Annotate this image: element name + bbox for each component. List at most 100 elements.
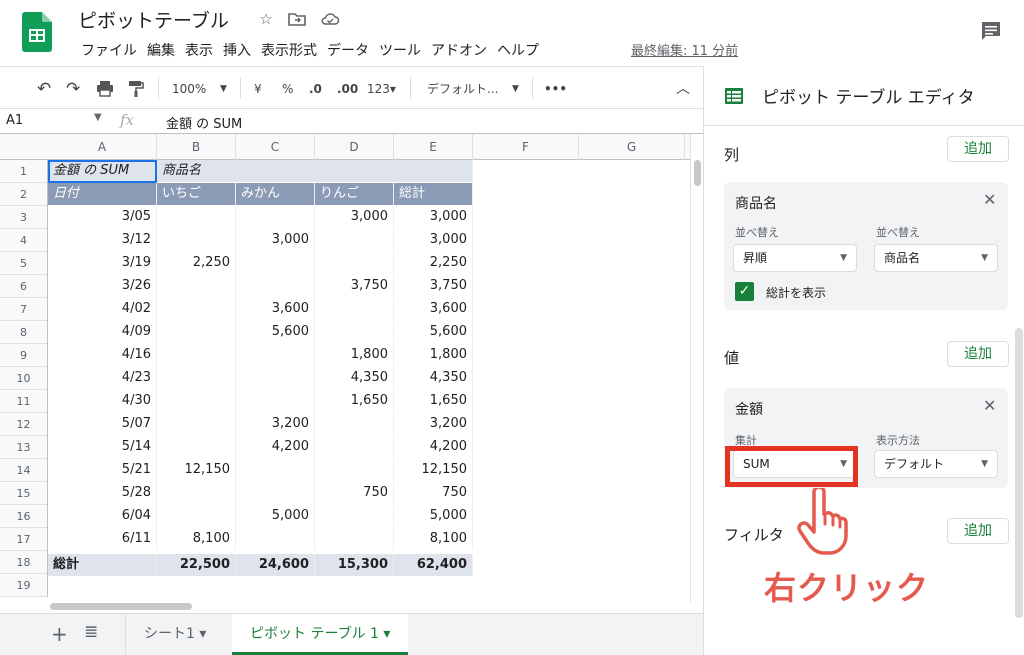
row-header[interactable]: 18	[0, 551, 47, 574]
row-header[interactable]: 14	[0, 459, 47, 482]
close-icon[interactable]: ✕	[983, 396, 996, 415]
name-box[interactable]: A1	[6, 113, 23, 128]
name-box-chevron-down-icon[interactable]: ▼	[94, 112, 102, 123]
row-header[interactable]: 16	[0, 505, 47, 528]
row-header[interactable]: 11	[0, 390, 47, 413]
table-cell[interactable]: 1,650	[394, 390, 473, 412]
sort-by-select[interactable]: 商品名 ▼	[874, 244, 998, 272]
table-cell[interactable]	[315, 528, 394, 550]
formula-input[interactable]: 金額 の SUM	[166, 113, 242, 132]
table-cell[interactable]	[157, 436, 236, 458]
column-header[interactable]: B	[157, 134, 236, 160]
paint-format-icon[interactable]	[128, 80, 144, 97]
table-cell[interactable]: 24,600	[236, 554, 315, 576]
table-cell[interactable]	[236, 344, 315, 366]
table-cell[interactable]	[157, 344, 236, 366]
row-header[interactable]: 15	[0, 482, 47, 505]
redo-icon[interactable]: ↷	[66, 79, 80, 99]
last-edit-link[interactable]: 最終編集: 11 分前	[631, 40, 738, 59]
table-cell[interactable]: 3,600	[394, 298, 473, 320]
table-cell[interactable]: 750	[315, 482, 394, 504]
table-cell[interactable]: 4,200	[236, 436, 315, 458]
show-as-select[interactable]: デフォルト ▼	[874, 450, 998, 478]
row-header[interactable]: 3	[0, 206, 47, 229]
table-cell[interactable]	[157, 275, 236, 297]
table-cell[interactable]: 2,250	[394, 252, 473, 274]
table-cell[interactable]	[236, 252, 315, 274]
scroll-thumb[interactable]	[50, 603, 192, 610]
table-cell[interactable]: 3,200	[394, 413, 473, 435]
column-header[interactable]: F	[473, 134, 579, 160]
table-cell[interactable]: 3/26	[48, 275, 157, 297]
table-cell[interactable]: 3,750	[315, 275, 394, 297]
table-cell[interactable]: 3,000	[315, 206, 394, 228]
table-cell[interactable]: 6/11	[48, 528, 157, 550]
table-cell[interactable]: 1,800	[394, 344, 473, 366]
menu-help[interactable]: ヘルプ	[492, 40, 544, 60]
row-header[interactable]: 4	[0, 229, 47, 252]
table-cell[interactable]	[157, 482, 236, 504]
table-cell[interactable]	[236, 367, 315, 389]
table-cell[interactable]	[236, 459, 315, 481]
more-formats-select[interactable]: 123▾	[367, 79, 396, 99]
table-cell[interactable]: 3,000	[236, 229, 315, 251]
panel-scrollbar[interactable]	[1015, 328, 1023, 618]
menu-edit[interactable]: 編集	[142, 40, 180, 60]
table-cell[interactable]: 4/30	[48, 390, 157, 412]
more-options-icon[interactable]: •••	[544, 79, 567, 99]
table-cell[interactable]	[157, 229, 236, 251]
sheets-logo-icon[interactable]	[22, 12, 52, 52]
table-cell[interactable]: みかん	[236, 183, 315, 205]
table-cell[interactable]: 金額 の SUM	[48, 160, 157, 182]
row-header[interactable]: 8	[0, 321, 47, 344]
table-cell[interactable]: 22,500	[157, 554, 236, 576]
table-cell[interactable]	[157, 321, 236, 343]
undo-icon[interactable]: ↶	[37, 79, 51, 99]
row-header[interactable]: 19	[0, 574, 47, 597]
table-cell[interactable]: 5/21	[48, 459, 157, 481]
table-cell[interactable]: 6/04	[48, 505, 157, 527]
table-cell[interactable]: 5,600	[236, 321, 315, 343]
table-cell[interactable]	[157, 505, 236, 527]
table-cell[interactable]	[236, 528, 315, 550]
table-cell[interactable]: 商品名	[157, 160, 473, 182]
table-cell[interactable]: 3,000	[394, 206, 473, 228]
menu-format[interactable]: 表示形式	[256, 40, 322, 60]
table-cell[interactable]	[157, 206, 236, 228]
column-header[interactable]: D	[315, 134, 394, 160]
table-cell[interactable]: 8,100	[157, 528, 236, 550]
table-cell[interactable]	[236, 275, 315, 297]
table-cell[interactable]	[315, 252, 394, 274]
decrease-decimal-button[interactable]: .0	[309, 79, 322, 99]
column-header[interactable]: A	[48, 134, 157, 160]
vertical-scrollbar[interactable]	[690, 134, 703, 602]
close-icon[interactable]: ✕	[983, 190, 996, 209]
table-cell[interactable]	[315, 298, 394, 320]
table-cell[interactable]	[315, 505, 394, 527]
menu-file[interactable]: ファイル	[76, 40, 142, 60]
scroll-thumb[interactable]	[694, 160, 701, 186]
table-cell[interactable]: 3,200	[236, 413, 315, 435]
menu-insert[interactable]: 挿入	[218, 40, 256, 60]
table-cell[interactable]: 総計	[394, 183, 473, 205]
add-column-button[interactable]: 追加	[947, 136, 1009, 162]
table-cell[interactable]: 5,000	[394, 505, 473, 527]
table-cell[interactable]	[236, 206, 315, 228]
spreadsheet-grid[interactable]: ABCDEFG 1 2 3 4 5 6 7 8 9 10 11 12 13 14 15 16 17 18 19 金額…	[0, 134, 690, 602]
row-header[interactable]: 12	[0, 413, 47, 436]
row-header[interactable]: 17	[0, 528, 47, 551]
row-header[interactable]: 2	[0, 183, 47, 206]
table-cell[interactable]	[315, 321, 394, 343]
add-filter-button[interactable]: 追加	[947, 518, 1009, 544]
table-cell[interactable]: 4/02	[48, 298, 157, 320]
table-cell[interactable]: 3,600	[236, 298, 315, 320]
show-totals-checkbox[interactable]: ✓	[735, 282, 754, 301]
table-cell[interactable]: いちご	[157, 183, 236, 205]
row-header[interactable]: 6	[0, 275, 47, 298]
table-cell[interactable]: 4/09	[48, 321, 157, 343]
table-cell[interactable]: 15,300	[315, 554, 394, 576]
zoom-select[interactable]: 100%	[172, 79, 206, 99]
increase-decimal-button[interactable]: .00	[337, 79, 358, 99]
table-cell[interactable]: 12,150	[394, 459, 473, 481]
table-cell[interactable]	[315, 436, 394, 458]
